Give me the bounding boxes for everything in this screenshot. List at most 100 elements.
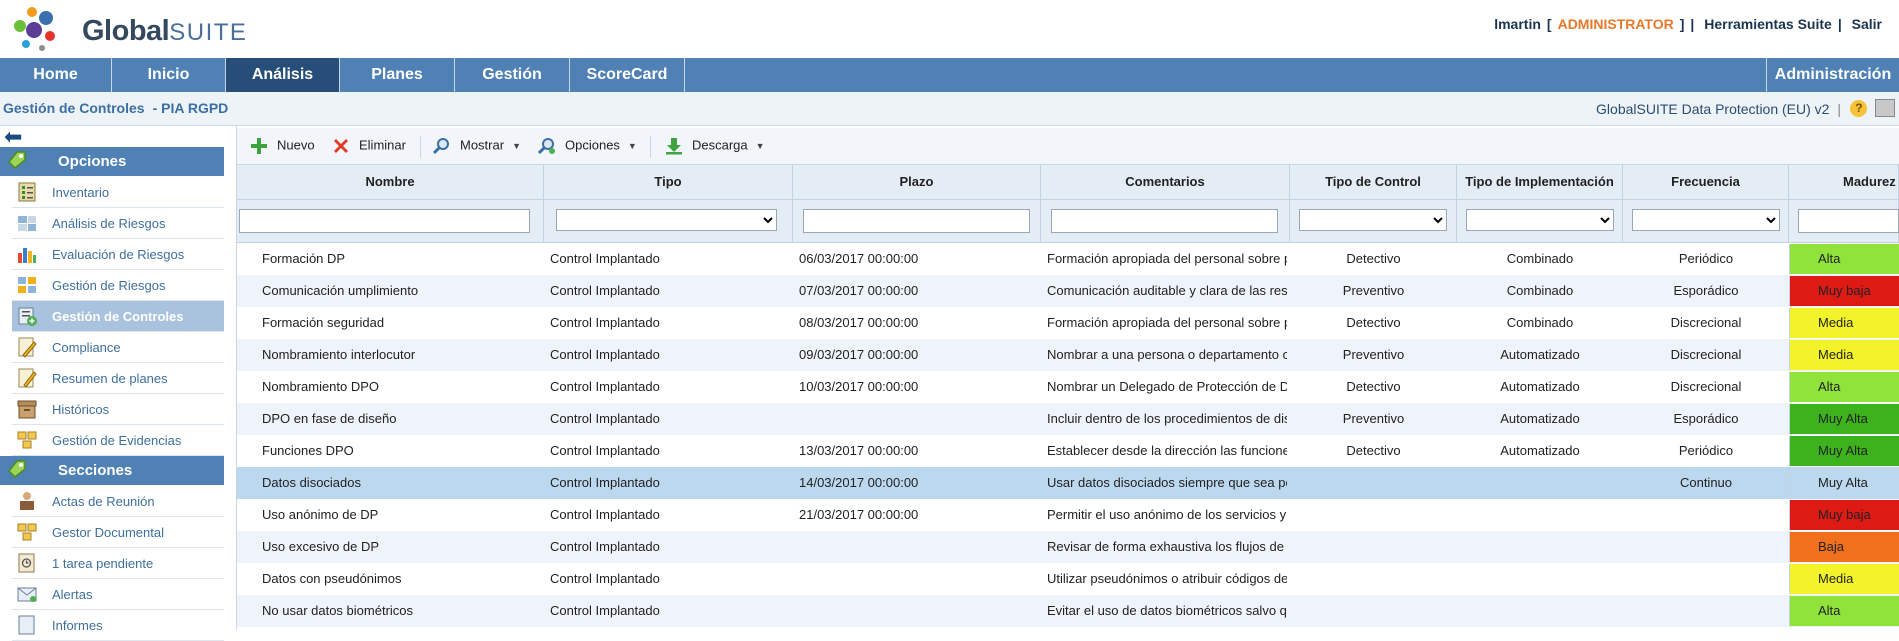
breadcrumb: Gestión de Controles - PIA RGPD	[3, 100, 228, 116]
madurez-badge: Muy Alta	[1789, 436, 1899, 466]
cell-comentarios: Incluir dentro de los procedimientos de …	[1047, 411, 1287, 426]
madurez-badge: Media	[1789, 564, 1899, 594]
app-header: GlobalSUITE lmartin[ADMINISTRATOR] | Herr…	[0, 0, 1899, 58]
table-row[interactable]: Comunicación umplimiento Control Implanta…	[237, 275, 1899, 307]
sidebar-item-tareas[interactable]: 1 tarea pendiente	[12, 548, 224, 579]
delete-x-icon	[334, 139, 348, 153]
product-name: GlobalSUITE Data Protection (EU) v2 |	[1596, 101, 1841, 117]
sidebar-item-compliance[interactable]: Compliance	[12, 332, 224, 363]
table-row[interactable]: Uso anónimo de DP Control Implantado 21/03…	[237, 499, 1899, 531]
table-row[interactable]: Nombramiento interlocutor Control Implant…	[237, 339, 1899, 371]
madurez-badge: Alta	[1789, 244, 1899, 274]
filter-tipo-select[interactable]	[556, 209, 777, 231]
cell-comentarios: Nombrar a una persona o departamento cc	[1047, 347, 1287, 362]
tools-link[interactable]: Herramientas Suite	[1704, 16, 1832, 32]
sidebar-item-gestor-documental[interactable]: Gestor Documental	[12, 517, 224, 548]
grid-toolbar: Nuevo Eliminar Mostrar ▼ Opciones ▼ Descar…	[237, 128, 1899, 165]
cell-frecuencia	[1623, 595, 1789, 627]
table-row[interactable]: DPO en fase de diseño Control Implantado I…	[237, 403, 1899, 435]
sidebar-section-opciones[interactable]: Opciones	[0, 147, 224, 176]
sidebar-item-analisis-riesgos[interactable]: Análisis de Riesgos	[12, 208, 224, 239]
back-arrow-icon[interactable]: ⬅	[4, 126, 22, 148]
cell-tipo-implementacion: Automatizado	[1500, 347, 1580, 362]
cell-tipo-implementacion	[1457, 499, 1623, 531]
nav-home[interactable]: Home	[0, 58, 112, 92]
cell-tipo: Control Implantado	[550, 251, 660, 266]
sidebar-section-secciones[interactable]: Secciones	[0, 456, 224, 485]
filter-tipo-implementacion-select[interactable]	[1466, 209, 1614, 231]
cell-frecuencia: Continuo	[1679, 475, 1733, 490]
col-header-tipo-control[interactable]: Tipo de Control	[1290, 165, 1457, 200]
cell-tipo-control: Detectivo	[1346, 379, 1401, 394]
cell-tipo-implementacion	[1457, 467, 1623, 499]
nav-inicio[interactable]: Inicio	[112, 58, 226, 92]
sidebar-item-historicos[interactable]: Históricos	[12, 394, 224, 425]
filter-frecuencia-select[interactable]	[1632, 209, 1780, 231]
cell-tipo-control: Detectivo	[1346, 443, 1401, 458]
cell-plazo	[799, 531, 1039, 563]
table-row[interactable]: Funciones DPO Control Implantado 13/03/201…	[237, 435, 1899, 467]
delete-button[interactable]: Eliminar	[332, 137, 406, 155]
filter-nombre-input[interactable]	[239, 209, 530, 233]
globalsuite-logo[interactable]: GlobalSUITE	[12, 4, 252, 54]
archive-icon	[17, 400, 37, 419]
compliance-icon	[18, 337, 37, 358]
table-row[interactable]: Nombramiento DPO Control Implantado 10/03/…	[237, 371, 1899, 403]
cell-nombre: Funciones DPO	[262, 443, 354, 458]
nav-analisis[interactable]: Análisis	[226, 58, 340, 92]
cell-tipo: Control Implantado	[550, 379, 660, 394]
col-header-comentarios[interactable]: Comentarios	[1041, 165, 1290, 200]
table-row[interactable]: Formación seguridad Control Implantado 08/…	[237, 307, 1899, 339]
filter-tipo-control-select[interactable]	[1299, 209, 1447, 231]
sidebar: ⬅ Opciones Inventario Análisis de Riesgo…	[0, 126, 237, 641]
col-header-frecuencia[interactable]: Frecuencia	[1623, 165, 1789, 200]
cell-frecuencia: Periódico	[1678, 443, 1734, 458]
col-header-plazo[interactable]: Plazo	[793, 165, 1041, 200]
nav-scorecard[interactable]: ScoreCard	[570, 58, 685, 92]
chevron-down-icon: ▼	[755, 141, 765, 152]
exit-link[interactable]: Salir	[1852, 16, 1882, 32]
nav-planes[interactable]: Planes	[340, 58, 455, 92]
new-button[interactable]: Nuevo	[250, 137, 315, 155]
madurez-badge: Muy Alta	[1789, 468, 1899, 498]
sidebar-item-actas[interactable]: Actas de Reunión	[12, 486, 224, 517]
col-header-tipo-implementacion[interactable]: Tipo de Implementación	[1457, 165, 1623, 200]
cell-plazo	[799, 595, 1039, 627]
cell-frecuencia: Esporádico	[1673, 411, 1739, 426]
tag-icon	[7, 460, 26, 479]
col-header-madurez[interactable]: Madurez	[1789, 165, 1899, 200]
col-header-nombre[interactable]: Nombre	[237, 165, 544, 200]
help-icon[interactable]: ?	[1850, 99, 1868, 117]
madurez-badge: Alta	[1789, 596, 1899, 626]
table-row[interactable]: Formación DP Control Implantado 06/03/2017…	[237, 243, 1899, 275]
cell-tipo-implementacion: Automatizado	[1500, 443, 1580, 458]
mail-icon[interactable]	[1875, 99, 1895, 117]
cell-plazo: 10/03/2017 00:00:00	[799, 379, 919, 394]
filter-plazo-input[interactable]	[803, 209, 1030, 233]
sidebar-item-informes[interactable]: Informes	[12, 610, 224, 641]
sidebar-item-alertas[interactable]: Alertas	[12, 579, 224, 610]
sidebar-item-inventario[interactable]: Inventario	[12, 177, 224, 208]
nav-administracion[interactable]: Administración	[1766, 58, 1899, 92]
madurez-badge: Muy baja	[1789, 500, 1899, 530]
cell-tipo-implementacion: Combinado	[1506, 251, 1574, 266]
download-dropdown[interactable]: Descarga ▼	[665, 137, 765, 155]
show-dropdown[interactable]: Mostrar ▼	[433, 137, 521, 155]
filter-madurez-input[interactable]	[1798, 209, 1899, 233]
nav-gestion[interactable]: Gestión	[455, 58, 570, 92]
col-header-tipo[interactable]: Tipo	[544, 165, 793, 200]
filter-comentarios-input[interactable]	[1051, 209, 1278, 233]
sidebar-item-evaluacion-riesgos[interactable]: Evaluación de Riesgos	[12, 239, 224, 270]
tag-icon	[7, 151, 26, 170]
user-role[interactable]: ADMINISTRATOR	[1558, 16, 1674, 32]
table-row[interactable]: Datos con pseudónimos Control Implantado U…	[237, 563, 1899, 595]
sidebar-item-gestion-riesgos[interactable]: Gestión de Riesgos	[12, 270, 224, 301]
table-row[interactable]: Uso excesivo de DP Control Implantado Revi…	[237, 531, 1899, 563]
cell-nombre: Datos con pseudónimos	[262, 571, 402, 586]
table-row[interactable]: Datos disociados Control Implantado 14/03/…	[237, 467, 1899, 499]
table-row[interactable]: No usar datos biométricos Control Implant…	[237, 595, 1899, 627]
sidebar-item-gestion-evidencias[interactable]: Gestión de Evidencias	[12, 425, 224, 456]
options-dropdown[interactable]: Opciones ▼	[538, 137, 637, 155]
sidebar-item-resumen-planes[interactable]: Resumen de planes	[12, 363, 224, 394]
sidebar-item-gestion-controles[interactable]: Gestión de Controles	[12, 301, 224, 332]
